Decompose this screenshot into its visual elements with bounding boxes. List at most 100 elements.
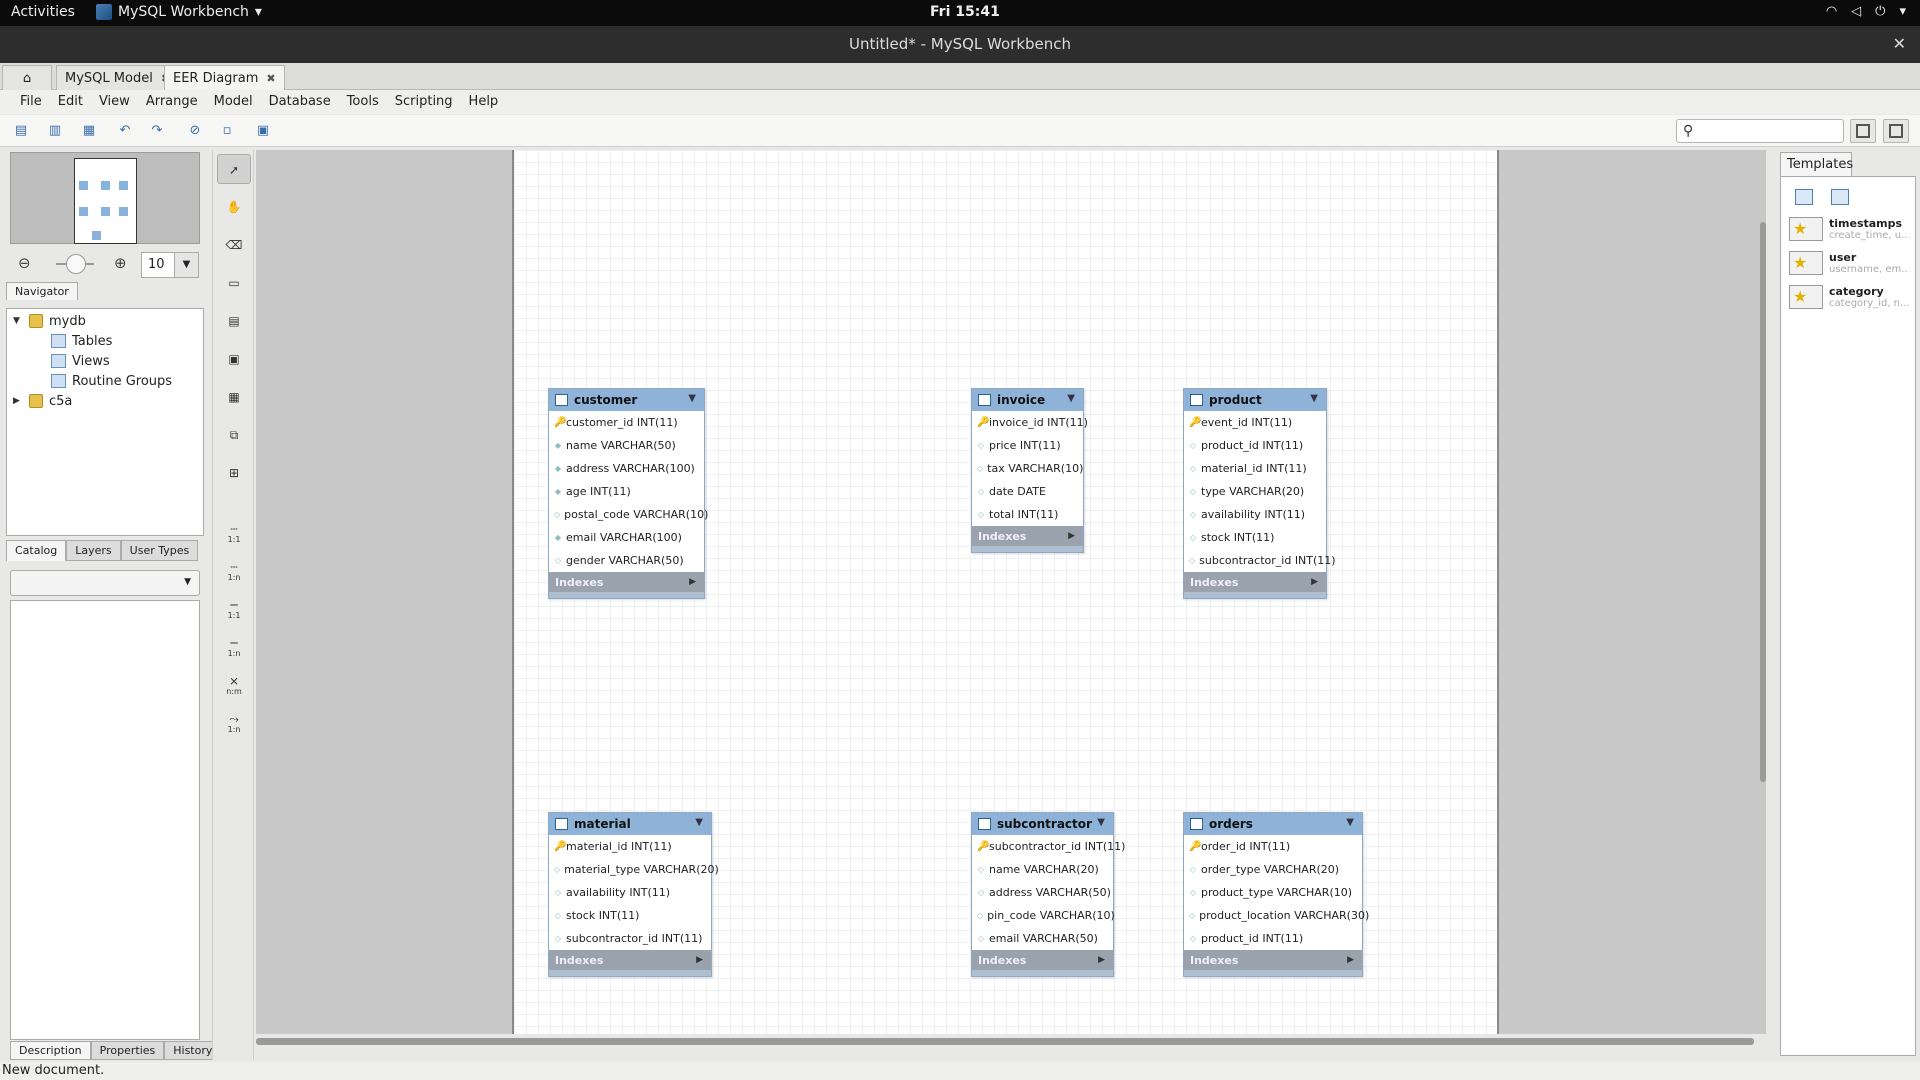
- close-window-icon[interactable]: ✕: [1893, 34, 1906, 53]
- clock[interactable]: Fri 15:41: [930, 4, 1000, 20]
- template-item[interactable]: ★ category category_id, n...: [1789, 283, 1915, 313]
- home-tab[interactable]: ⌂: [2, 65, 52, 90]
- system-tray[interactable]: ◠ ◁ ⏻ ▾: [1826, 4, 1906, 19]
- collapse-triangle-icon[interactable]: ▼: [688, 393, 696, 404]
- table-column[interactable]: ◇ product_type VARCHAR(10): [1184, 881, 1362, 904]
- table-material[interactable]: material ▼ 🔑 material_id INT(11) ◇ materia…: [548, 812, 719, 977]
- collapse-triangle-icon[interactable]: ▼: [695, 817, 703, 828]
- search-input[interactable]: ⚲: [1676, 119, 1844, 143]
- expand-triangle-icon[interactable]: ▶: [1098, 955, 1105, 965]
- image-tool-icon[interactable]: ▣: [217, 344, 251, 374]
- expand-triangle-icon[interactable]: ▶: [696, 955, 703, 965]
- table-header[interactable]: material ▼: [549, 813, 711, 835]
- table-header[interactable]: product ▼: [1184, 389, 1326, 411]
- table-column[interactable]: ◇ type VARCHAR(20): [1184, 480, 1326, 503]
- table-column[interactable]: ◆ name VARCHAR(50): [549, 434, 704, 457]
- routine-group-tool-icon[interactable]: ⊞: [217, 458, 251, 488]
- tree-item-views[interactable]: Views: [51, 351, 110, 371]
- menu-tools[interactable]: Tools: [339, 90, 387, 114]
- table-header[interactable]: customer ▼: [549, 389, 704, 411]
- table-column[interactable]: ◇ product_location VARCHAR(30): [1184, 904, 1369, 927]
- table-tool-icon[interactable]: ▦: [217, 382, 251, 412]
- table-orders[interactable]: orders ▼ 🔑 order_id INT(11) ◇ order_type V…: [1183, 812, 1369, 977]
- app-menu[interactable]: MySQL Workbench ▾: [96, 4, 262, 20]
- table-header[interactable]: invoice ▼: [972, 389, 1083, 411]
- toggle-grid-icon[interactable]: ⊘: [186, 122, 204, 140]
- relationship-n-m-icon[interactable]: ⨯ n:m: [217, 666, 251, 696]
- collapse-triangle-icon[interactable]: ▼: [1310, 393, 1318, 404]
- table-column[interactable]: 🔑 customer_id INT(11): [549, 411, 704, 434]
- table-column[interactable]: ◇ subcontractor_id INT(11): [1184, 549, 1336, 572]
- hand-tool-icon[interactable]: ✋: [217, 192, 251, 222]
- expand-triangle-icon[interactable]: ▶: [689, 577, 696, 587]
- relationship-1-n-identifying-icon[interactable]: ─ 1:n: [217, 628, 251, 658]
- collapse-triangle-icon[interactable]: ▼: [1067, 393, 1075, 404]
- tab-templates[interactable]: Templates: [1780, 152, 1853, 176]
- table-header[interactable]: orders ▼: [1184, 813, 1362, 835]
- template-item[interactable]: ★ timestamps create_time, u...: [1789, 215, 1915, 245]
- relationship-1-1-identifying-icon[interactable]: ─ 1:1: [217, 590, 251, 620]
- expand-triangle-icon[interactable]: ▶: [1068, 531, 1075, 541]
- tree-item-mydb[interactable]: ▼ mydb: [13, 311, 86, 331]
- activities-button[interactable]: Activities: [11, 4, 75, 20]
- menu-file[interactable]: File: [12, 90, 50, 114]
- tab-catalog[interactable]: Catalog: [6, 540, 67, 561]
- table-column[interactable]: 🔑 invoice_id INT(11): [972, 411, 1088, 434]
- vertical-scrollbar[interactable]: [1760, 222, 1766, 782]
- table-column[interactable]: ◇ product_id INT(11): [1184, 434, 1326, 457]
- new-diagram-icon[interactable]: ▣: [254, 122, 272, 140]
- tab-eer-diagram[interactable]: EER Diagram ✖: [164, 65, 285, 90]
- description-object-select[interactable]: ▼: [10, 570, 200, 596]
- note-tool-icon[interactable]: ▤: [217, 306, 251, 336]
- table-template-icon[interactable]: [1831, 189, 1849, 205]
- menu-model[interactable]: Model: [206, 90, 261, 114]
- collapse-triangle-icon[interactable]: ▼: [1346, 817, 1354, 828]
- select-tool-icon[interactable]: ➚: [217, 154, 251, 184]
- open-model-icon[interactable]: ▥: [46, 122, 64, 140]
- tab-properties[interactable]: Properties: [90, 1041, 165, 1060]
- table-column[interactable]: ◇ stock INT(11): [1184, 526, 1326, 549]
- layer-tool-icon[interactable]: ▭: [217, 268, 251, 298]
- eraser-tool-icon[interactable]: ⌫: [217, 230, 251, 260]
- table-column[interactable]: ◇ material_id INT(11): [1184, 457, 1326, 480]
- table-column[interactable]: ◇ pin_code VARCHAR(10): [972, 904, 1115, 927]
- tab-navigator[interactable]: Navigator: [6, 282, 78, 300]
- tree-item-tables[interactable]: Tables: [51, 331, 112, 351]
- table-column[interactable]: ◇ price INT(11): [972, 434, 1083, 457]
- table-column[interactable]: 🔑 material_id INT(11): [549, 835, 711, 858]
- zoom-slider-handle[interactable]: [66, 254, 86, 274]
- table-invoice[interactable]: invoice ▼ 🔑 invoice_id INT(11) ◇ price INT…: [971, 388, 1088, 553]
- table-column[interactable]: ◇ date DATE: [972, 480, 1083, 503]
- toggle-page-icon[interactable]: ▫: [218, 122, 236, 140]
- indexes-section[interactable]: Indexes ▶: [972, 950, 1113, 970]
- indexes-section[interactable]: Indexes ▶: [549, 572, 704, 592]
- table-subcontractor[interactable]: subcontractor ▼ 🔑 subcontractor_id INT(11…: [971, 812, 1125, 977]
- table-product[interactable]: product ▼ 🔑 event_id INT(11) ◇ product_id …: [1183, 388, 1336, 599]
- tab-layers[interactable]: Layers: [66, 540, 121, 561]
- table-column[interactable]: 🔑 event_id INT(11): [1184, 411, 1326, 434]
- tab-mysql-model[interactable]: MySQL Model ✖: [56, 65, 180, 90]
- table-column[interactable]: ◇ availability INT(11): [549, 881, 711, 904]
- menu-database[interactable]: Database: [261, 90, 339, 114]
- indexes-section[interactable]: Indexes ▶: [1184, 950, 1362, 970]
- description-editor[interactable]: [10, 600, 200, 1040]
- table-column[interactable]: ◇ product_id INT(11): [1184, 927, 1362, 950]
- horizontal-scrollbar[interactable]: [256, 1038, 1754, 1045]
- new-model-icon[interactable]: ▤: [12, 122, 30, 140]
- redo-icon[interactable]: ↷: [148, 122, 166, 140]
- menu-edit[interactable]: Edit: [50, 90, 91, 114]
- close-tab-icon[interactable]: ✖: [266, 72, 275, 85]
- table-column[interactable]: ◇ stock INT(11): [549, 904, 711, 927]
- table-column[interactable]: ◇ address VARCHAR(50): [972, 881, 1113, 904]
- table-column[interactable]: 🔑 order_id INT(11): [1184, 835, 1362, 858]
- menu-arrange[interactable]: Arrange: [138, 90, 206, 114]
- menu-help[interactable]: Help: [461, 90, 507, 114]
- table-column[interactable]: ◆ address VARCHAR(100): [549, 457, 704, 480]
- table-column[interactable]: ◇ material_type VARCHAR(20): [549, 858, 719, 881]
- relationship-1-n-icon[interactable]: ┄ 1:n: [217, 552, 251, 582]
- table-column[interactable]: ◇ subcontractor_id INT(11): [549, 927, 711, 950]
- tree-item-c5a[interactable]: ▶ c5a: [13, 391, 72, 411]
- view-tool-icon[interactable]: ⧉: [217, 420, 251, 450]
- save-model-icon[interactable]: ▦: [80, 122, 98, 140]
- template-item[interactable]: ★ user username, em...: [1789, 249, 1915, 279]
